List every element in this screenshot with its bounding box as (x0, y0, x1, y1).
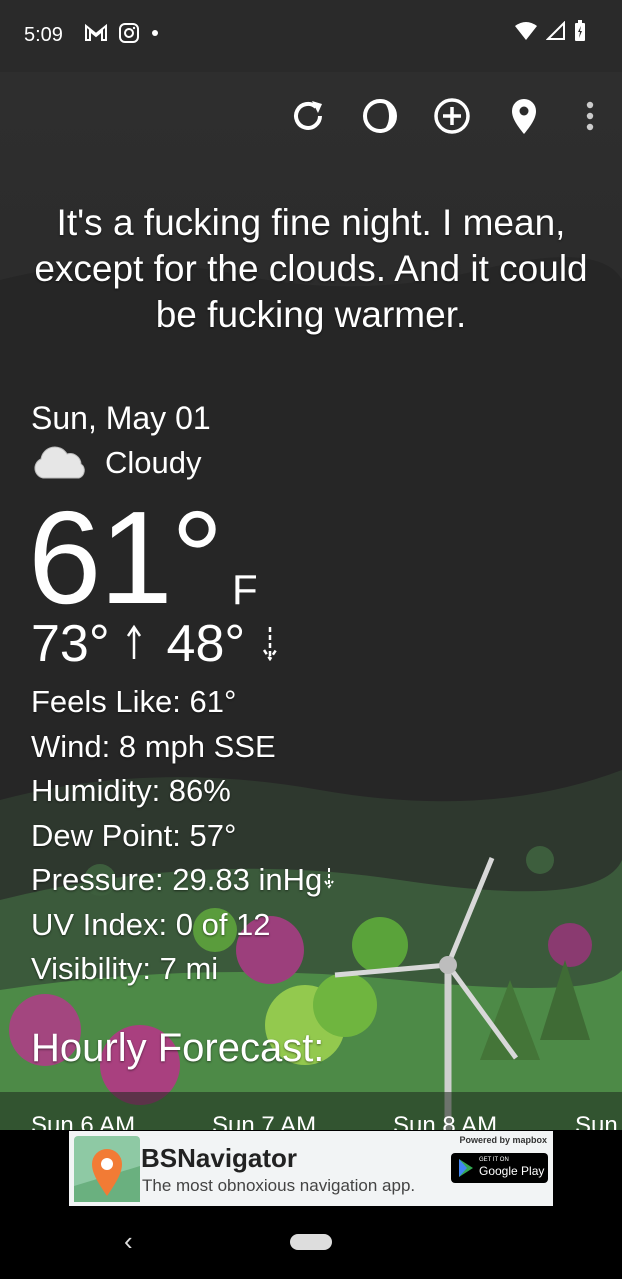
dot-icon (152, 30, 158, 36)
store-big-label: Google Play (479, 1164, 545, 1178)
uv-index: UV Index: 0 of 12 (31, 906, 271, 942)
status-time: 5:09 (24, 24, 63, 46)
wifi-icon (515, 22, 537, 40)
gmail-icon (85, 23, 107, 41)
back-icon[interactable]: ‹ (124, 1226, 133, 1257)
high-low-row: 73° 48° (31, 614, 280, 674)
ad-subtitle: The most obnoxious navigation app. (142, 1176, 416, 1195)
weather-headline: It's a fucking fine night. I mean, excep… (34, 202, 588, 335)
google-play-button[interactable]: GET IT ON Google Play (451, 1153, 548, 1183)
location-button[interactable] (498, 90, 550, 142)
pressure: Pressure: 29.83 inHg (31, 862, 323, 897)
pressure-falling-icon (324, 868, 335, 889)
home-pill[interactable] (290, 1234, 332, 1250)
ad-banner[interactable]: BSNavigator The most obnoxious navigatio… (69, 1131, 553, 1206)
hourly-item-label[interactable]: Sun 7 AM (212, 1112, 316, 1130)
pressure-row: Pressure: 29.83 inHg (31, 858, 336, 903)
arrow-down-icon (262, 627, 277, 662)
hourly-forecast-title: Hourly Forecast: (31, 1026, 325, 1070)
cloud-icon (34, 446, 85, 479)
hourly-item-label[interactable]: Sun (575, 1112, 618, 1130)
arrow-up-icon (127, 624, 142, 659)
temperature-unit: F (232, 566, 258, 613)
play-store-icon (459, 1159, 473, 1177)
theme-button[interactable] (354, 90, 406, 142)
condition-label: Cloudy (105, 445, 202, 480)
visibility: Visibility: 7 mi (31, 951, 219, 986)
ad-title: BSNavigator (141, 1143, 298, 1173)
current-temperature: 61° (28, 484, 224, 631)
store-small-label: GET IT ON (479, 1157, 509, 1163)
high-temperature: 73° (31, 615, 110, 673)
hourly-item-label[interactable]: Sun 8 AM (393, 1112, 497, 1130)
refresh-button[interactable] (282, 90, 334, 142)
navigation-bar: ‹ (0, 1206, 622, 1279)
more-vert-icon (586, 101, 594, 131)
theme-icon (363, 99, 397, 133)
notification-icons (84, 22, 160, 44)
wind: Wind: 8 mph SSE (31, 728, 276, 764)
add-location-icon (434, 98, 470, 134)
forecast-date: Sun, May 01 (31, 400, 211, 436)
battery-icon (575, 20, 585, 41)
low-temperature: 48° (166, 615, 246, 673)
bsnavigator-logo-icon (74, 1136, 140, 1202)
dew-point: Dew Point: 57° (31, 817, 237, 853)
status-bar: 5:09 (0, 0, 622, 72)
more-options-button[interactable] (564, 90, 616, 142)
add-location-button[interactable] (426, 90, 478, 142)
system-icons (514, 20, 586, 42)
location-pin-icon (512, 99, 536, 134)
signal-icon (546, 21, 565, 40)
refresh-icon (294, 101, 322, 130)
hourly-item-label[interactable]: Sun 6 AM (31, 1112, 135, 1130)
weather-details: Feels Like: 61° Wind: 8 mph SSE Humidity… (31, 680, 336, 992)
feels-like: Feels Like: 61° (31, 684, 237, 719)
ad-powered-by: Powered by mapbox (459, 1135, 547, 1145)
humidity: Humidity: 86% (31, 773, 231, 808)
condition-row: Cloudy (31, 444, 202, 482)
app-toolbar (0, 90, 622, 146)
instagram-icon (119, 23, 139, 43)
hourly-forecast-list[interactable]: Sun 6 AM Sun 7 AM Sun 8 AM Sun (0, 1092, 622, 1130)
